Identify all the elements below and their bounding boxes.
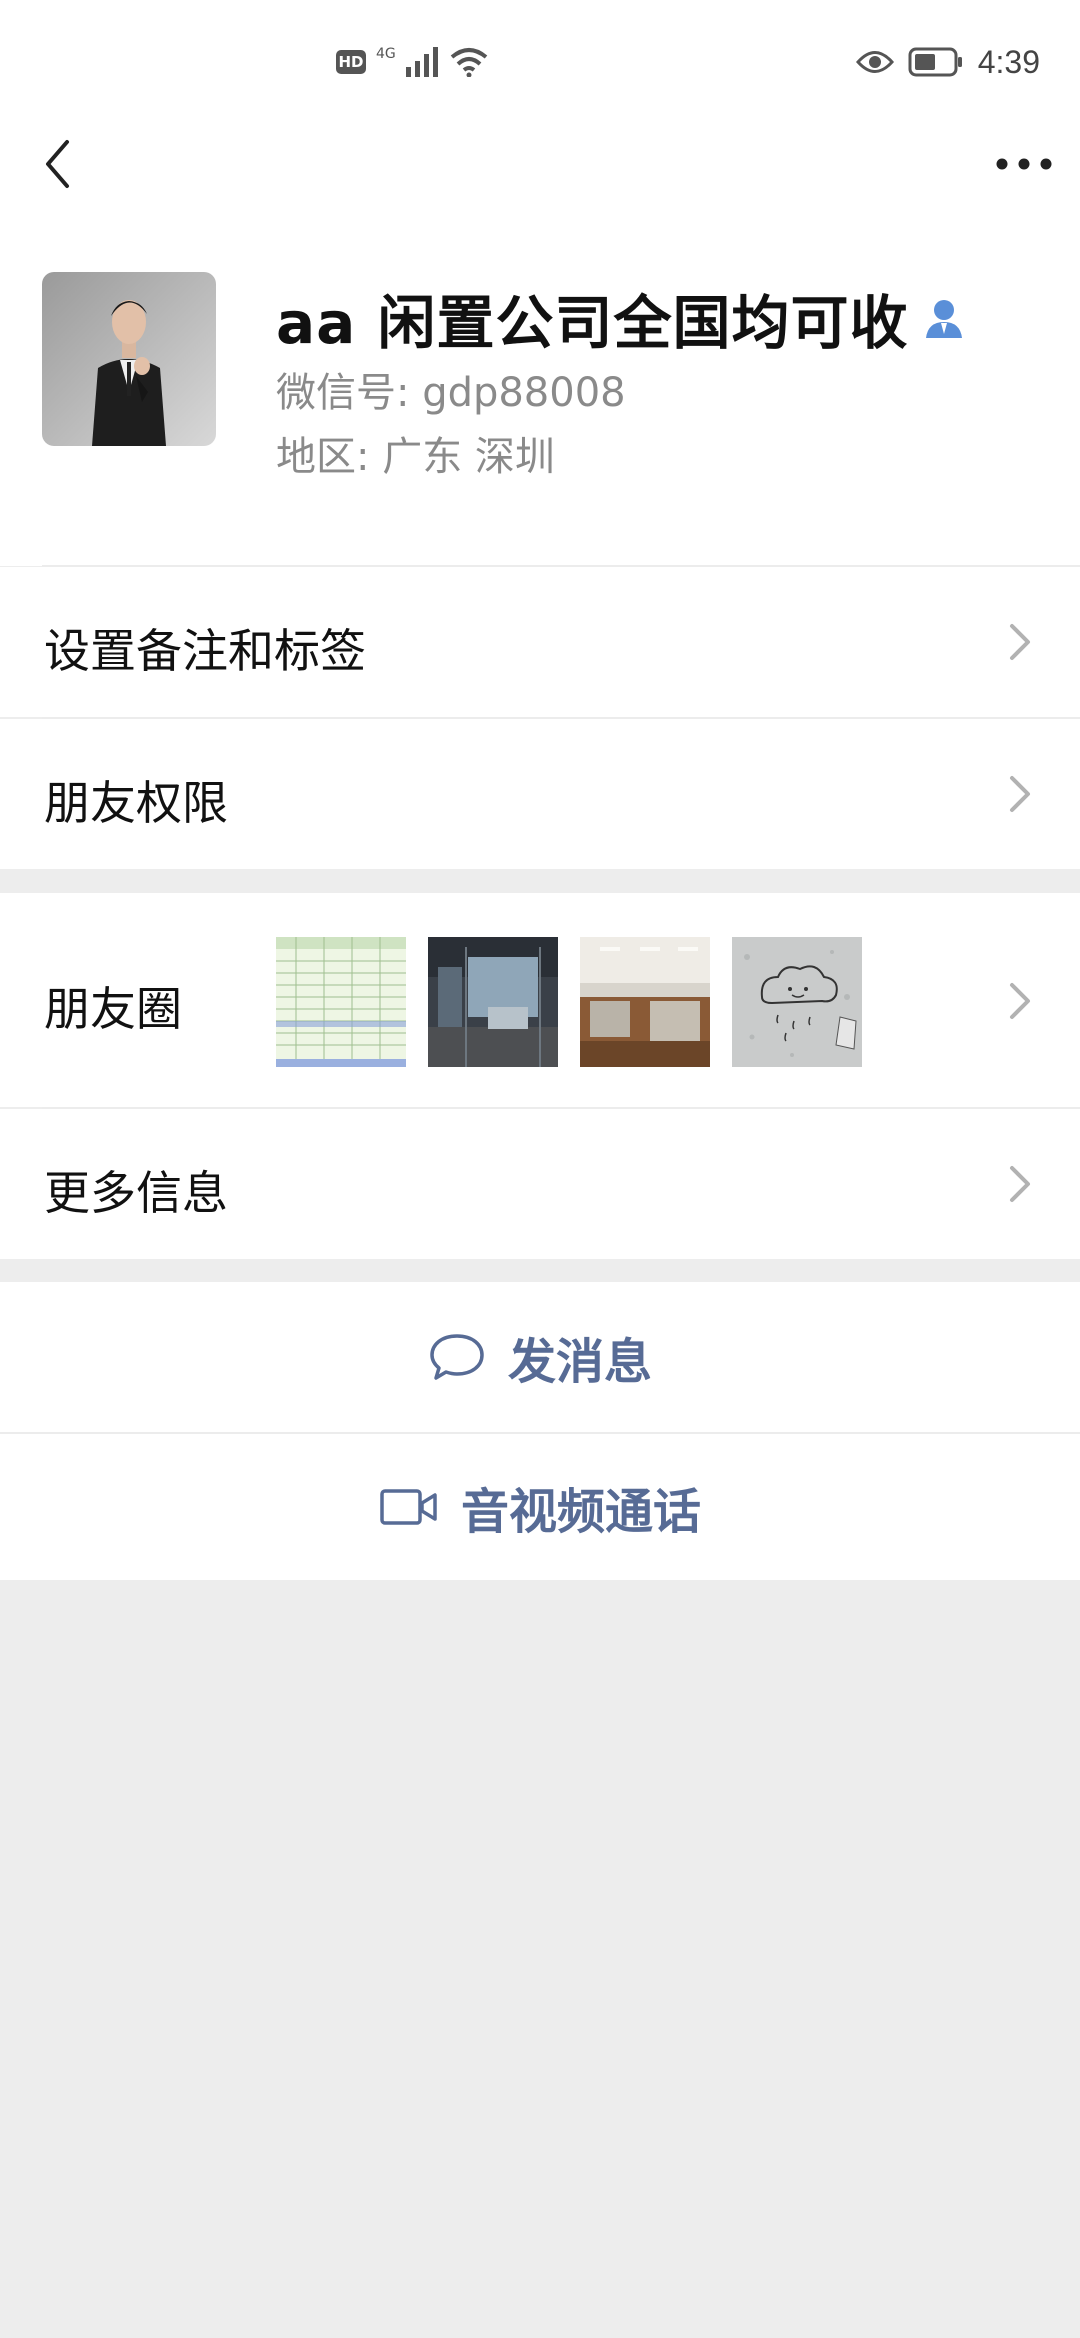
video-call-label: 音视频通话 [460, 1484, 701, 1540]
row-moments-label: 朋友圈 [44, 982, 182, 1036]
clock: 4:39 [977, 43, 1040, 80]
avatar[interactable] [42, 272, 216, 446]
wechat-id: 微信号: gdp88008 [276, 370, 626, 416]
video-camera-icon [380, 1489, 437, 1525]
signal-icon [405, 47, 438, 77]
send-message-label: 发消息 [507, 1334, 652, 1390]
eye-icon [855, 51, 894, 73]
status-right-group: 4:39 [855, 40, 1040, 84]
top-nav [0, 120, 1080, 210]
chevron-right-icon [1010, 983, 1030, 1019]
chevron-right-icon [1010, 776, 1030, 812]
row-permission-label: 朋友权限 [44, 776, 228, 830]
more-button[interactable] [988, 134, 1060, 194]
more-dots-icon [996, 158, 1052, 170]
back-button[interactable] [28, 134, 88, 194]
chevron-left-icon [46, 140, 69, 188]
moment-thumb[interactable] [428, 937, 558, 1067]
moment-thumb[interactable] [276, 937, 406, 1067]
moments-thumbnails [276, 937, 862, 1067]
name-row: aa 闲置公司全国均可收 [276, 276, 966, 360]
contact-name: aa 闲置公司全国均可收 [276, 289, 909, 357]
battery-icon [908, 47, 962, 77]
moment-thumb[interactable] [732, 937, 862, 1067]
row-more-info-label: 更多信息 [44, 1166, 228, 1220]
chevron-right-icon [1010, 1166, 1030, 1202]
person-icon [926, 300, 963, 338]
send-message-button[interactable]: 发消息 [0, 1282, 1080, 1432]
row-more-info[interactable]: 更多信息 [0, 1109, 1080, 1259]
row-friend-permission[interactable]: 朋友权限 [0, 719, 1080, 869]
network-type: 4G [376, 46, 396, 62]
hd-icon: HD [336, 50, 366, 74]
video-call-button[interactable]: 音视频通话 [0, 1434, 1080, 1580]
wifi-icon [450, 48, 488, 77]
row-moments[interactable]: 朋友圈 [0, 893, 1080, 1107]
chevron-right-icon [1010, 624, 1030, 660]
row-remark-label: 设置备注和标签 [44, 624, 366, 678]
profile-header: aa 闲置公司全国均可收 微信号: gdp88008 地区: 广东 深圳 [0, 210, 1080, 566]
region: 地区: 广东 深圳 [276, 434, 555, 480]
status-bar: HD 4G 4:39 [0, 0, 1080, 120]
moment-thumb[interactable] [580, 937, 710, 1067]
row-remark-tags[interactable]: 设置备注和标签 [0, 567, 1080, 717]
chat-bubble-icon [430, 1334, 484, 1380]
status-left-group: HD 4G [336, 40, 488, 84]
